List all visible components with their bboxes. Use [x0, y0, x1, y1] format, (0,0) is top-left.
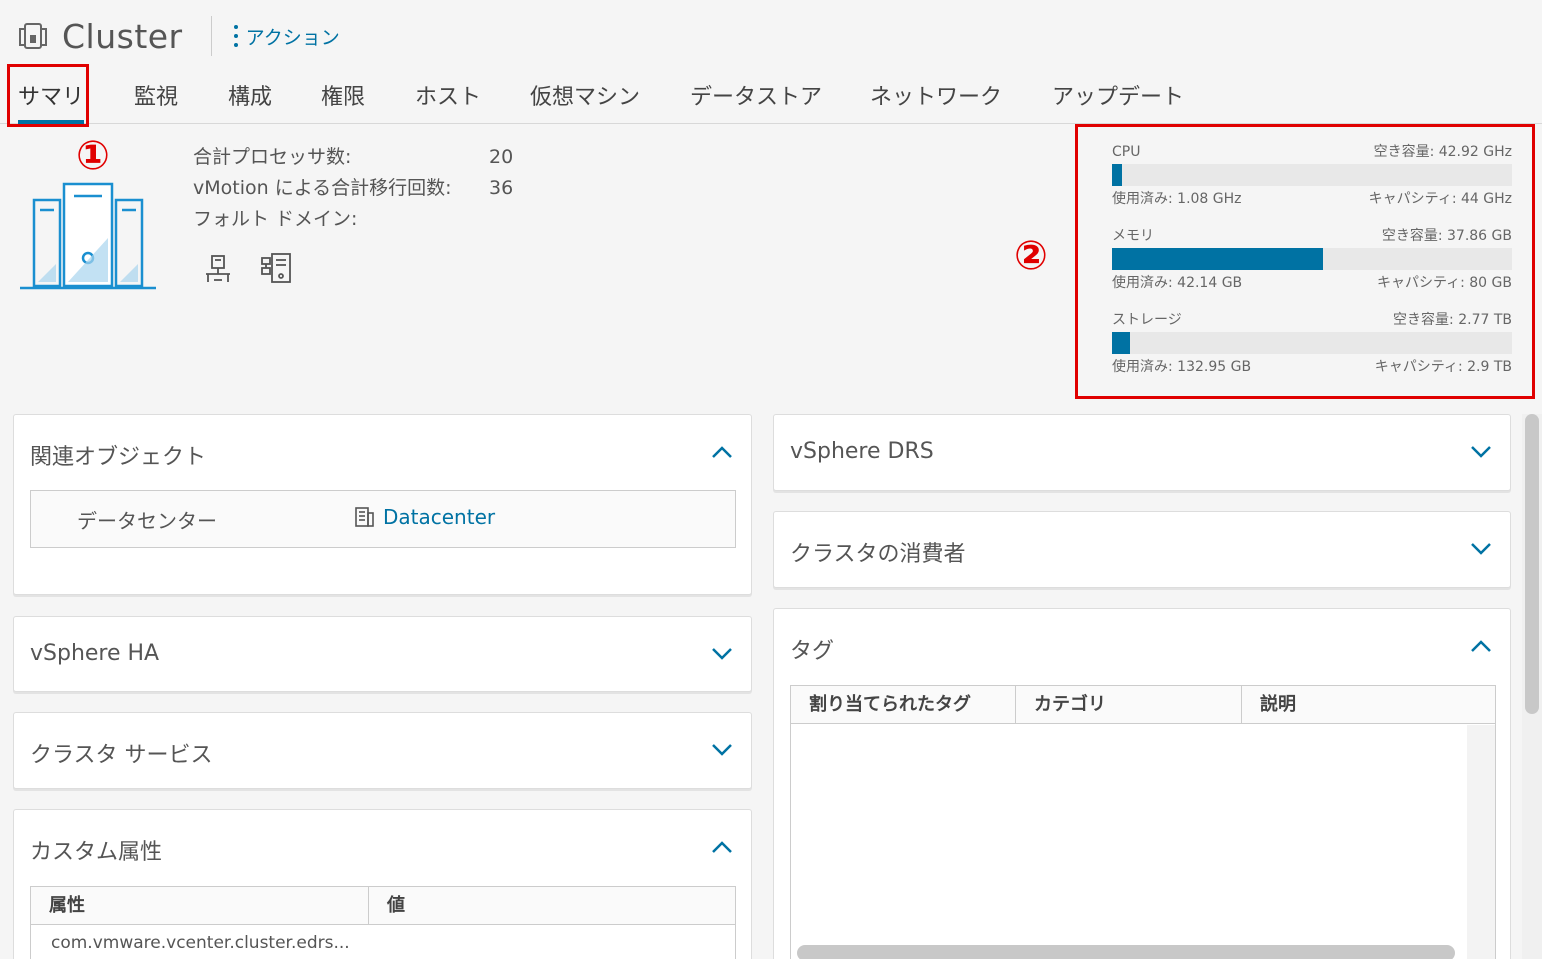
card-related-objects: 関連オブジェクト データセンター Datacenter — [13, 414, 752, 595]
chevron-up-icon[interactable] — [711, 840, 733, 854]
resource-used: 使用済み: 132.95 GB — [1112, 359, 1252, 375]
summary-info: 合計プロセッサ数: 20 vMotion による合計移行回数: 36 フォルト … — [193, 142, 513, 235]
title-divider — [210, 16, 212, 56]
card-title: vSphere HA — [30, 641, 160, 666]
card-title: クラスタの消費者 — [790, 542, 966, 567]
resource-cpu: CPU 空き容量: 42.92 GHz 使用済み: 1.08 GHz キャパシテ… — [1112, 140, 1512, 224]
card-title: タグ — [790, 639, 835, 664]
kebab-icon — [233, 25, 238, 47]
tab-summary[interactable]: サマリ — [18, 78, 85, 124]
object-header: Cluster アクション サマリ 監視 構成 権限 ホスト 仮想マシン データ… — [0, 0, 1542, 124]
resource-name: ストレージ — [1112, 312, 1182, 328]
tab-hosts[interactable]: ホスト — [415, 78, 481, 124]
grid-horizontal-scrollbar[interactable] — [797, 945, 1455, 959]
datacenter-icon — [355, 507, 374, 527]
related-object-label: データセンター — [77, 509, 217, 533]
related-object-row: データセンター Datacenter — [30, 490, 736, 548]
card-title: クラスタ サービス — [30, 743, 213, 768]
chevron-up-icon[interactable] — [1470, 639, 1492, 653]
attribute-cell[interactable]: com.vmware.vcenter.cluster.edrs... — [51, 933, 350, 953]
resource-storage: ストレージ 空き容量: 2.77 TB 使用済み: 132.95 GB キャパシ… — [1112, 308, 1512, 392]
actions-label: アクション — [245, 26, 340, 49]
info-value: 36 — [489, 177, 514, 199]
datacenter-link-text: Datacenter — [383, 505, 496, 529]
info-label: vMotion による合計移行回数: — [193, 177, 452, 199]
resource-used: 使用済み: 42.14 GB — [1112, 275, 1243, 291]
actions-menu-button[interactable]: アクション — [233, 23, 340, 50]
card-title: vSphere DRS — [790, 439, 934, 464]
tab-updates[interactable]: アップデート — [1052, 78, 1184, 124]
host-network-icon[interactable] — [200, 250, 236, 286]
summary-icons — [200, 250, 294, 286]
tab-permissions[interactable]: 権限 — [321, 78, 365, 124]
page-title: Cluster — [62, 16, 183, 56]
annotation-marker-2: ② — [1014, 233, 1048, 279]
resource-bar — [1112, 164, 1512, 186]
resource-capacity: キャパシティ: 44 GHz — [1368, 191, 1512, 207]
column-attribute[interactable]: 属性 — [31, 887, 369, 925]
chevron-down-icon[interactable] — [711, 743, 733, 757]
resource-meters: CPU 空き容量: 42.92 GHz 使用済み: 1.08 GHz キャパシテ… — [1112, 140, 1512, 392]
tab-datastores[interactable]: データストア — [690, 78, 822, 124]
card-title: 関連オブジェクト — [30, 445, 207, 470]
column-assigned-tag[interactable]: 割り当てられたタグ — [791, 686, 1016, 724]
resource-free: 空き容量: 2.77 TB — [1393, 312, 1512, 328]
resource-bar-fill — [1112, 164, 1122, 186]
grid-header: 属性 値 — [31, 887, 735, 925]
resource-name: CPU — [1112, 144, 1141, 160]
page-scrollbar-thumb[interactable] — [1525, 414, 1539, 714]
card-title: カスタム属性 — [30, 840, 163, 865]
info-value: 20 — [489, 146, 514, 168]
cluster-icon — [19, 23, 47, 49]
resource-bar-fill — [1112, 248, 1323, 270]
resource-memory: メモリ 空き容量: 37.86 GB 使用済み: 42.14 GB キャパシティ… — [1112, 224, 1512, 308]
resource-name: メモリ — [1112, 228, 1154, 244]
title-row: Cluster アクション — [18, 16, 340, 56]
page-scrollbar[interactable] — [1522, 414, 1542, 959]
info-label: 合計プロセッサ数: — [193, 146, 352, 168]
card-vsphere-drs[interactable]: vSphere DRS — [773, 414, 1511, 491]
tab-monitor[interactable]: 監視 — [134, 78, 178, 124]
chevron-up-icon[interactable] — [711, 445, 733, 459]
resource-used: 使用済み: 1.08 GHz — [1112, 191, 1242, 207]
grid-vertical-scrollbar[interactable] — [1467, 725, 1495, 959]
info-row-fault-domain: フォルト ドメイン: — [193, 204, 452, 235]
card-tags: タグ 割り当てられたタグ カテゴリ 説明 — [773, 608, 1511, 959]
chevron-down-icon[interactable] — [1470, 542, 1492, 556]
column-description[interactable]: 説明 — [1242, 686, 1495, 724]
cluster-illustration-icon — [20, 182, 156, 290]
card-custom-attributes: カスタム属性 属性 値 com.vmware.vcenter.cluster.e… — [13, 809, 752, 959]
grid-header: 割り当てられたタグ カテゴリ 説明 — [791, 686, 1495, 724]
tags-grid: 割り当てられたタグ カテゴリ 説明 — [790, 685, 1496, 959]
resource-bar-fill — [1112, 332, 1130, 354]
tab-vms[interactable]: 仮想マシン — [530, 78, 640, 124]
custom-attributes-grid: 属性 値 com.vmware.vcenter.cluster.edrs... — [30, 886, 736, 959]
resource-bar — [1112, 248, 1512, 270]
card-cluster-consumers[interactable]: クラスタの消費者 — [773, 511, 1511, 588]
resource-free: 空き容量: 37.86 GB — [1381, 228, 1512, 244]
info-label: フォルト ドメイン: — [193, 208, 358, 230]
card-cluster-services[interactable]: クラスタ サービス — [13, 712, 752, 789]
chevron-down-icon[interactable] — [1470, 445, 1492, 459]
resource-capacity: キャパシティ: 80 GB — [1376, 275, 1512, 291]
info-row-processors: 合計プロセッサ数: 20 — [193, 142, 513, 173]
vm-list-icon[interactable] — [258, 250, 294, 286]
column-category[interactable]: カテゴリ — [1016, 686, 1242, 724]
chevron-down-icon[interactable] — [711, 647, 733, 661]
datacenter-link[interactable]: Datacenter — [353, 505, 495, 529]
info-row-vmotion: vMotion による合計移行回数: 36 — [193, 173, 513, 204]
column-value[interactable]: 値 — [369, 887, 735, 925]
card-vsphere-ha[interactable]: vSphere HA — [13, 616, 752, 692]
resource-bar — [1112, 332, 1512, 354]
resource-capacity: キャパシティ: 2.9 TB — [1374, 359, 1512, 375]
tab-configure[interactable]: 構成 — [228, 78, 272, 124]
tab-networks[interactable]: ネットワーク — [870, 78, 1002, 124]
annotation-marker-1: ① — [76, 133, 110, 179]
resource-free: 空き容量: 42.92 GHz — [1373, 144, 1512, 160]
